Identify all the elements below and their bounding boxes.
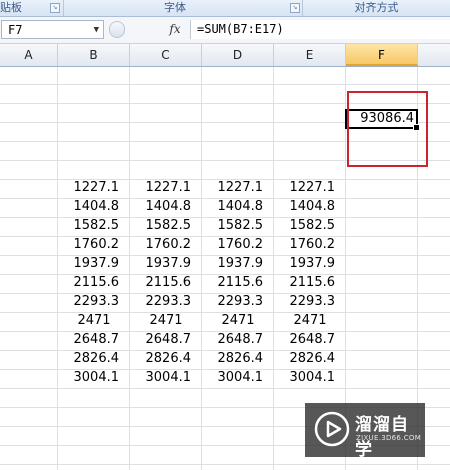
cell-d10[interactable]: 1760.2 <box>202 235 274 253</box>
cell-c14[interactable]: 2471 <box>130 311 202 329</box>
cell-b15[interactable]: 2648.7 <box>58 330 130 348</box>
name-box[interactable]: F7 ▼ <box>1 20 104 39</box>
cell-b9[interactable]: 1582.5 <box>58 216 130 234</box>
highlight-annotation <box>347 91 428 167</box>
play-logo-icon <box>314 411 350 447</box>
cell-e14[interactable]: 2471 <box>274 311 346 329</box>
watermark-url: ZIXUE.3D66.COM <box>356 434 422 442</box>
column-header-f[interactable]: F <box>346 44 418 66</box>
watermark: 溜溜自学 ZIXUE.3D66.COM <box>305 403 425 460</box>
cell-d17[interactable]: 3004.1 <box>202 368 274 386</box>
cell-e8[interactable]: 1404.8 <box>274 197 346 215</box>
cell-c16[interactable]: 2826.4 <box>130 349 202 367</box>
cell-c11[interactable]: 1937.9 <box>130 254 202 272</box>
cell-e15[interactable]: 2648.7 <box>274 330 346 348</box>
cell-b10[interactable]: 1760.2 <box>58 235 130 253</box>
ribbon-group-clipboard: 贴板 <box>0 1 22 14</box>
column-header-row: A B C D E F <box>0 44 450 67</box>
cell-d14[interactable]: 2471 <box>202 311 274 329</box>
clipboard-launcher-icon[interactable]: ↘ <box>50 3 60 13</box>
cell-c7[interactable]: 1227.1 <box>130 178 202 196</box>
cell-d8[interactable]: 1404.8 <box>202 197 274 215</box>
insert-function-button[interactable]: fx <box>164 20 186 39</box>
cell-c13[interactable]: 2293.3 <box>130 292 202 310</box>
gridline <box>0 84 450 85</box>
cell-c8[interactable]: 1404.8 <box>130 197 202 215</box>
formula-bar-resize-handle[interactable] <box>109 21 125 38</box>
column-header-d[interactable]: D <box>202 44 274 66</box>
cell-b8[interactable]: 1404.8 <box>58 197 130 215</box>
cell-b12[interactable]: 2115.6 <box>58 273 130 291</box>
font-launcher-icon[interactable]: ↘ <box>290 3 300 13</box>
cell-e16[interactable]: 2826.4 <box>274 349 346 367</box>
cell-c15[interactable]: 2648.7 <box>130 330 202 348</box>
cell-e17[interactable]: 3004.1 <box>274 368 346 386</box>
ribbon-group-font: 字体 <box>164 1 186 14</box>
column-header-c[interactable]: C <box>130 44 202 66</box>
ribbon-group-alignment: 对齐方式 <box>354 1 399 14</box>
cell-c12[interactable]: 2115.6 <box>130 273 202 291</box>
cell-d16[interactable]: 2826.4 <box>202 349 274 367</box>
cell-c17[interactable]: 3004.1 <box>130 368 202 386</box>
cell-c10[interactable]: 1760.2 <box>130 235 202 253</box>
cell-b7[interactable]: 1227.1 <box>58 178 130 196</box>
cell-e7[interactable]: 1227.1 <box>274 178 346 196</box>
cell-b14[interactable]: 2471 <box>58 311 130 329</box>
cell-d13[interactable]: 2293.3 <box>202 292 274 310</box>
cell-e12[interactable]: 2115.6 <box>274 273 346 291</box>
cell-d15[interactable]: 2648.7 <box>202 330 274 348</box>
cell-b16[interactable]: 2826.4 <box>58 349 130 367</box>
column-header-g[interactable] <box>418 44 450 66</box>
cell-c9[interactable]: 1582.5 <box>130 216 202 234</box>
cell-e9[interactable]: 1582.5 <box>274 216 346 234</box>
name-box-value: F7 <box>8 23 23 37</box>
cell-d11[interactable]: 1937.9 <box>202 254 274 272</box>
chevron-down-icon[interactable]: ▼ <box>94 21 99 40</box>
ribbon-group-bar: 贴板 ↘ 字体 ↘ 对齐方式 <box>0 0 450 17</box>
cell-e13[interactable]: 2293.3 <box>274 292 346 310</box>
cell-b13[interactable]: 2293.3 <box>58 292 130 310</box>
gridline <box>0 388 450 389</box>
cell-d12[interactable]: 2115.6 <box>202 273 274 291</box>
cell-e10[interactable]: 1760.2 <box>274 235 346 253</box>
formula-bar: F7 ▼ fx =SUM(B7:E17) <box>0 17 450 44</box>
formula-input[interactable]: =SUM(B7:E17) <box>190 20 450 39</box>
cell-b11[interactable]: 1937.9 <box>58 254 130 272</box>
cell-b17[interactable]: 3004.1 <box>58 368 130 386</box>
cell-e11[interactable]: 1937.9 <box>274 254 346 272</box>
cell-d9[interactable]: 1582.5 <box>202 216 274 234</box>
column-header-a[interactable]: A <box>0 44 58 66</box>
gridline <box>0 464 450 465</box>
column-header-b[interactable]: B <box>58 44 130 66</box>
cell-d7[interactable]: 1227.1 <box>202 178 274 196</box>
column-header-e[interactable]: E <box>274 44 346 66</box>
